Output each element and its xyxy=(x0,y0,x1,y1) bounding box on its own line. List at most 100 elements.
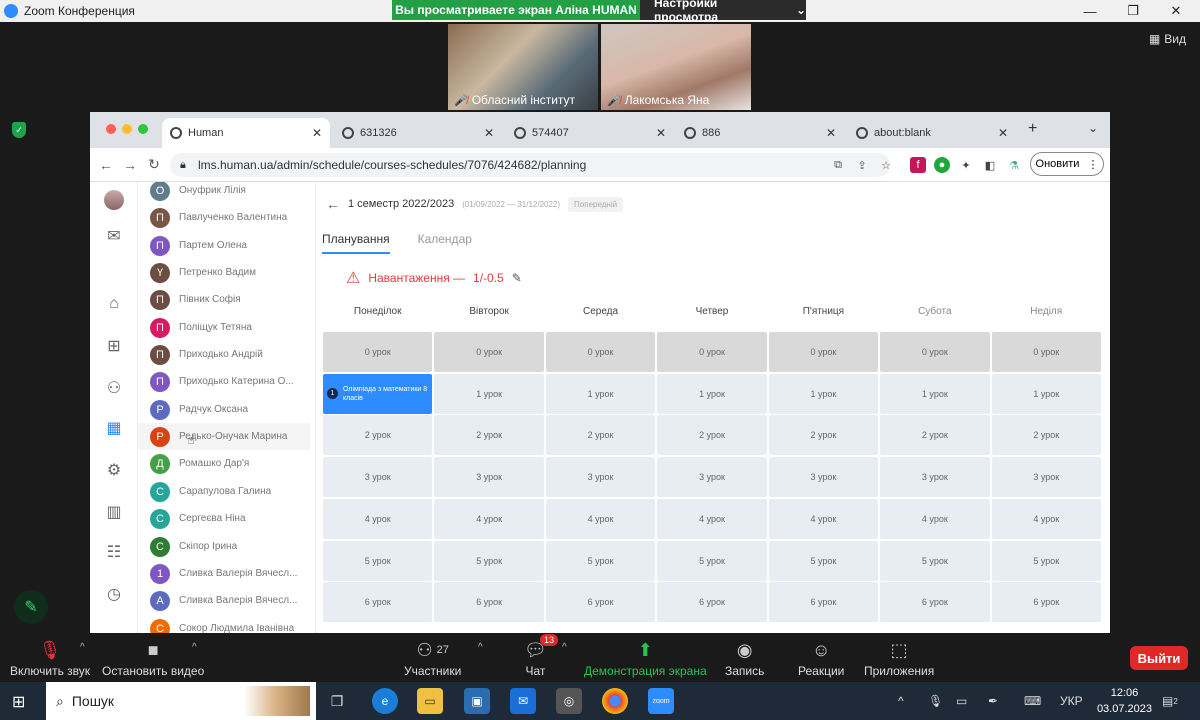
new-tab-plus-icon[interactable]: + xyxy=(1028,120,1037,138)
browser-tab[interactable]: 631326 ✕ xyxy=(334,118,502,148)
lesson-cell[interactable]: 2 урок xyxy=(880,415,990,456)
lesson-cell[interactable]: 0 урок xyxy=(657,332,767,372)
extension-icon[interactable]: ● xyxy=(934,157,950,173)
view-settings-dropdown[interactable]: Настройки просмотра ⌄ xyxy=(640,0,806,24)
back-arrow-icon[interactable]: ← xyxy=(326,196,340,212)
camera-icon[interactable]: ◎ xyxy=(556,688,582,714)
list-item[interactable]: Р Редько-Онучак Марина xyxy=(138,423,310,450)
browser-tab[interactable]: Human ✕ xyxy=(162,118,330,148)
close-button[interactable]: ✕ xyxy=(1156,0,1196,22)
open-external-icon[interactable]: ⧉ xyxy=(830,157,846,173)
file-explorer-icon[interactable]: ▭ xyxy=(417,688,443,714)
bookmark-star-icon[interactable]: ☆ xyxy=(878,157,894,173)
video-tile-2[interactable]: 🎤̸ Лакомська Яна xyxy=(601,24,751,110)
store-icon[interactable]: ▣ xyxy=(464,688,490,714)
task-view-icon[interactable]: ❐ xyxy=(324,688,350,714)
keyboard-icon[interactable]: ⌨ xyxy=(1024,682,1041,720)
browser-tab[interactable]: 886 ✕ xyxy=(676,118,844,148)
lesson-cell[interactable]: 2 урок xyxy=(434,415,544,456)
lesson-cell[interactable]: 4 урок xyxy=(768,498,879,539)
tab-close-icon[interactable]: ✕ xyxy=(656,126,666,140)
list-item[interactable]: Ү Петренко Вадим xyxy=(138,259,310,286)
video-tile-1[interactable]: 🎤̸ Обласний інститут xyxy=(448,24,598,110)
chat-button[interactable]: 💬︎ Чат xyxy=(524,638,547,679)
lesson-cell[interactable]: 3 урок xyxy=(545,457,656,498)
lesson-cell[interactable]: 1 урок xyxy=(768,373,879,414)
lesson-cell[interactable]: 2 урок xyxy=(768,415,879,456)
tab-close-icon[interactable]: ✕ xyxy=(826,126,836,140)
list-item[interactable]: П Півник Софія xyxy=(138,286,310,313)
reactions-button[interactable]: ☺ Реакции xyxy=(798,638,844,679)
stop-video-button[interactable]: ■ Остановить видео xyxy=(102,638,204,679)
lesson-cell[interactable]: 1 урок xyxy=(880,373,990,414)
lesson-cell[interactable]: 5 урок xyxy=(991,540,1101,581)
lesson-cell[interactable]: 3 урок xyxy=(768,457,879,498)
lesson-cell[interactable]: 1 урок xyxy=(434,373,544,414)
edit-pencil-icon[interactable]: ✎ xyxy=(512,271,522,285)
calendar-icon[interactable]: ▦ xyxy=(104,418,124,438)
chrome-icon[interactable] xyxy=(602,688,628,714)
lesson-cell[interactable]: 4 урок xyxy=(880,498,990,539)
lesson-cell[interactable]: 3 урок xyxy=(880,457,990,498)
minimize-button[interactable]: — xyxy=(1070,0,1110,22)
list-item[interactable]: А Сливка Валерія Вячесл... xyxy=(138,587,310,614)
tray-chevron-icon[interactable]: ^ xyxy=(898,682,904,720)
lesson-cell[interactable]: 1 урок xyxy=(991,373,1101,414)
list-item[interactable]: С Скіпор Ірина xyxy=(138,533,310,560)
sidebar-panel-icon[interactable]: ◧ xyxy=(982,157,998,173)
apps-button[interactable]: ⬚ Приложения xyxy=(864,638,934,679)
lesson-cell[interactable]: 5 урок xyxy=(545,540,656,581)
tab-close-icon[interactable]: ✕ xyxy=(998,126,1008,140)
list-item[interactable]: С Сергеєва Ніна xyxy=(138,505,310,532)
tab-planning[interactable]: Планування xyxy=(322,232,390,254)
mail-icon[interactable]: ✉ xyxy=(104,226,124,246)
list-item[interactable]: П Приходько Андрій xyxy=(138,341,310,368)
booked-lesson-cell[interactable]: 1 Олімпіада з математики 8 класів xyxy=(323,373,433,414)
lesson-cell[interactable]: 4 урок xyxy=(545,498,656,539)
mail-app-icon[interactable]: ✉ xyxy=(510,688,536,714)
grid-icon[interactable]: ⊞ xyxy=(104,336,124,356)
system-clock[interactable]: 12:06 03.07.2023 xyxy=(1097,685,1152,717)
url-field[interactable]: 🔒︎ lms.human.ua/admin/schedule/courses-s… xyxy=(170,153,890,177)
users-icon[interactable]: ⚇ xyxy=(104,378,124,398)
edge-icon[interactable]: e xyxy=(372,688,398,714)
lesson-cell[interactable]: 6 урок xyxy=(768,582,879,623)
list-item[interactable]: 1 Сливка Валерія Вячесл... xyxy=(138,560,310,587)
lesson-cell[interactable]: 6 урок xyxy=(657,582,767,623)
taskbar-search[interactable]: ⌕ Пошук xyxy=(46,682,316,720)
lesson-cell[interactable]: 6 урок xyxy=(880,582,990,623)
language-indicator[interactable]: УКР xyxy=(1060,682,1083,720)
list-item[interactable]: С Сокор Людмила Іванівна xyxy=(138,615,310,633)
lesson-cell[interactable]: 4 урок xyxy=(434,498,544,539)
tab-close-icon[interactable]: ✕ xyxy=(484,126,494,140)
lesson-cell[interactable]: 2 урок xyxy=(545,415,656,456)
lesson-cell[interactable]: 6 урок xyxy=(545,582,656,623)
forward-arrow-icon[interactable]: → xyxy=(118,157,142,173)
microphone-icon[interactable]: 🎙︎ xyxy=(928,682,943,720)
list-item[interactable]: Р Радчук Оксана xyxy=(138,396,310,423)
list-item[interactable]: С Сарапулова Галина xyxy=(138,478,310,505)
lesson-cell[interactable]: 3 урок xyxy=(434,457,544,498)
list-item[interactable]: П Приходько Катерина О... xyxy=(138,368,310,395)
lesson-cell[interactable]: 6 урок xyxy=(434,582,544,623)
lesson-cell[interactable]: 5 урок xyxy=(880,540,990,581)
list-item[interactable]: П Павлученко Валентина xyxy=(138,204,310,231)
home-icon[interactable]: ⌂ xyxy=(104,294,124,314)
history-icon[interactable]: ◷ xyxy=(104,584,124,604)
lesson-cell[interactable]: 2 урок xyxy=(323,415,433,456)
lesson-cell[interactable]: 6 урок xyxy=(323,582,433,623)
lesson-cell[interactable]: 3 урок xyxy=(323,457,433,498)
notifications-icon[interactable]: ▤ 2 xyxy=(1162,682,1178,720)
participants-button[interactable]: ⚇ 27 Участники xyxy=(404,638,461,679)
lesson-cell[interactable]: 6 урок xyxy=(991,582,1101,623)
back-arrow-icon[interactable]: ← xyxy=(94,157,118,173)
share-icon[interactable]: ⇪ xyxy=(854,157,870,173)
browser-tab[interactable]: 574407 ✕ xyxy=(506,118,674,148)
extension-icon[interactable]: f xyxy=(910,157,926,173)
zoom-taskbar-icon[interactable]: zoom xyxy=(648,688,674,714)
reload-icon[interactable]: ↻ xyxy=(142,156,166,173)
list-item[interactable]: Д Ромашко Дар'я xyxy=(138,450,310,477)
windows-start-icon[interactable]: ⊞ xyxy=(12,692,25,712)
lesson-cell[interactable]: 0 урок xyxy=(434,332,544,372)
tab-calendar[interactable]: Календар xyxy=(418,232,472,254)
